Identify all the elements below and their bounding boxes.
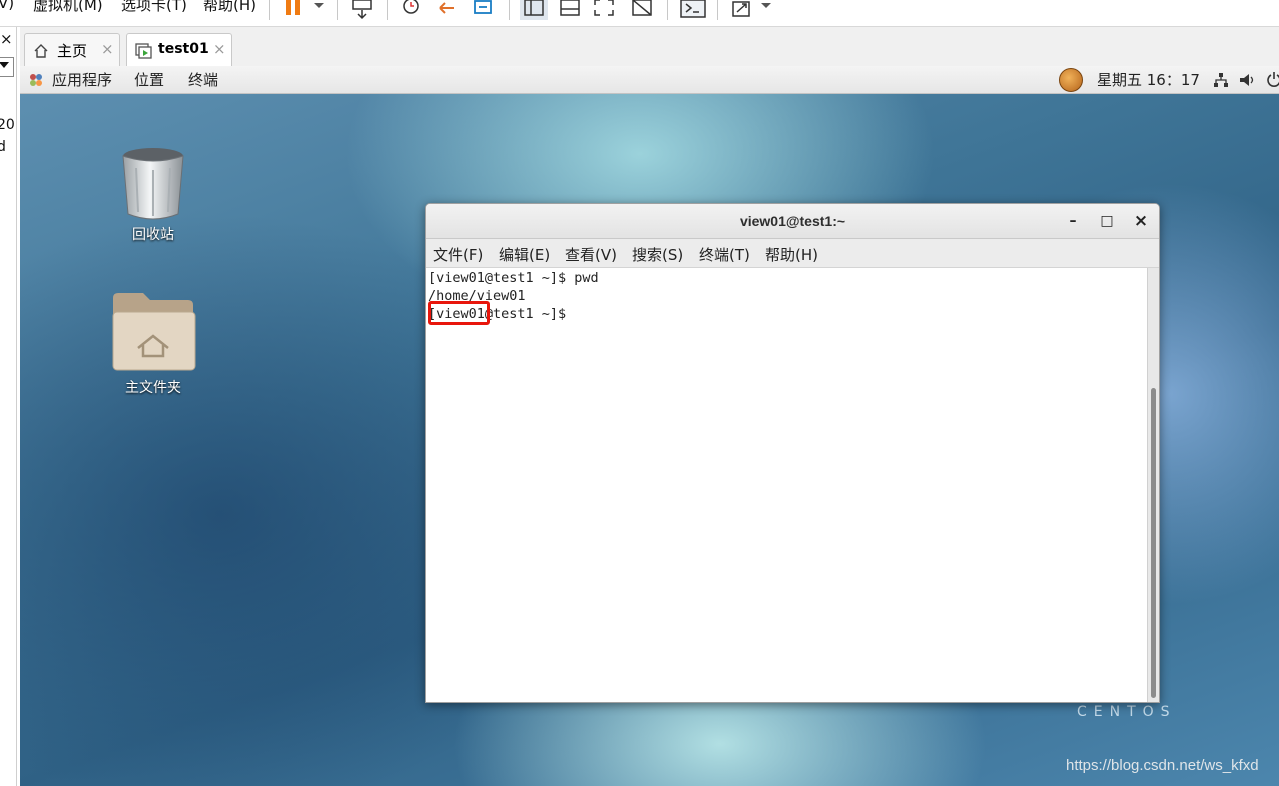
console-view-icon[interactable] [558,0,582,20]
revert-snapshot-icon[interactable] [436,0,460,20]
vmware-menubar: V) 虚拟机(M) 选项卡(T) 帮助(H) [0,0,1279,27]
tab-test01[interactable]: test01 × [126,33,232,67]
user-avatar[interactable] [1059,68,1083,92]
terminal-menubar: 文件(F) 编辑(E) 查看(V) 搜索(S) 终端(T) 帮助(H) [426,239,1159,268]
terminal-menu[interactable]: 终端 [188,69,218,90]
terminal-titlebar[interactable]: view01@test1:~ – □ × [426,204,1159,239]
stretch-icon[interactable] [731,0,775,20]
volume-icon[interactable] [1239,72,1257,88]
snapshot-manager-icon[interactable] [472,0,496,20]
tab-home[interactable]: 主页 × [24,33,120,67]
fullscreen-icon[interactable] [592,0,616,20]
chevron-down-icon [0,62,9,68]
clock[interactable]: 星期五 16：17 [1097,69,1200,90]
places-menu[interactable]: 位置 [134,69,164,90]
applications-menu[interactable]: 应用程序 [52,69,112,90]
tab-close-icon[interactable]: × [101,40,114,58]
library-close-icon[interactable]: × [0,30,13,48]
home-folder-icon [112,293,196,371]
unity-icon[interactable] [630,0,654,20]
terminal-menu-file[interactable]: 文件(F) [433,244,483,265]
tab-test01-label: test01 [158,41,209,57]
centos-brand: CENTOS [1077,704,1177,720]
network-icon[interactable] [1213,72,1229,88]
terminal-menu-search[interactable]: 搜索(S) [632,244,683,265]
desktop-icon-trash[interactable]: 回收站 [103,146,203,244]
send-keys-icon[interactable] [351,0,375,20]
terminal-scrollbar[interactable] [1147,268,1159,702]
tab-close-icon[interactable]: × [213,40,226,58]
desktop-icon-label: 主文件夹 [125,380,181,396]
toolbar-separator [269,0,270,20]
menu-view[interactable]: V) [0,0,14,12]
trash-icon [122,148,184,220]
terminal-menu-terminal[interactable]: 终端(T) [699,244,750,265]
snapshot-icon[interactable] [399,0,423,20]
vm-tabbar: 主页 × test01 × [20,27,1279,67]
desktop-icon-label: 回收站 [132,227,174,243]
terminal-line: [view01@test1 ~]$ pwd [428,270,599,286]
gnome-top-panel: 应用程序 位置 终端 星期五 16：17 [20,66,1279,94]
vm-icon [135,43,152,59]
tab-home-label: 主页 [57,42,88,60]
toolbar-separator [337,0,338,20]
scrollbar-thumb[interactable] [1151,388,1156,698]
terminal-output[interactable]: [view01@test1 ~]$ pwd /home/view01 [view… [426,268,1147,702]
pause-icon[interactable] [284,0,324,20]
toolbar-separator [717,0,718,20]
terminal-menu-edit[interactable]: 编辑(E) [499,244,550,265]
menu-help[interactable]: 帮助(H) [203,0,256,15]
terminal-title: view01@test1:~ [739,213,846,229]
csdn-watermark: https://blog.csdn.net/ws_kfxd [1066,757,1259,774]
terminal-window[interactable]: view01@test1:~ – □ × 文件(F) 编辑(E) 查看(V) 搜… [425,203,1160,703]
library-panel: × 20. d [0,27,17,786]
toolbar-separator [387,0,388,20]
power-icon[interactable] [1267,71,1279,88]
terminal-menu-help[interactable]: 帮助(H) [765,244,818,265]
toolbar-separator [667,0,668,20]
library-item-text: d [0,139,6,155]
menu-tabs[interactable]: 选项卡(T) [121,0,187,15]
terminal-menu-view[interactable]: 查看(V) [565,244,617,265]
home-icon [34,44,48,58]
minimize-button[interactable]: – [1061,210,1085,232]
close-button[interactable]: × [1129,210,1153,232]
desktop: 回收站 主文件夹 CENTOS https://blog.csdn.net/ws… [20,94,1279,786]
library-item-text: 20. [0,117,16,133]
toolbar-separator [509,0,510,20]
terminal-icon[interactable] [679,0,707,20]
highlight-box [428,301,490,325]
menu-vm[interactable]: 虚拟机(M) [33,0,103,15]
maximize-button[interactable]: □ [1095,210,1119,232]
library-dropdown[interactable] [0,57,14,77]
applications-icon [30,74,42,86]
library-view-icon[interactable] [520,0,548,20]
desktop-icon-home-folder[interactable]: 主文件夹 [103,290,203,397]
